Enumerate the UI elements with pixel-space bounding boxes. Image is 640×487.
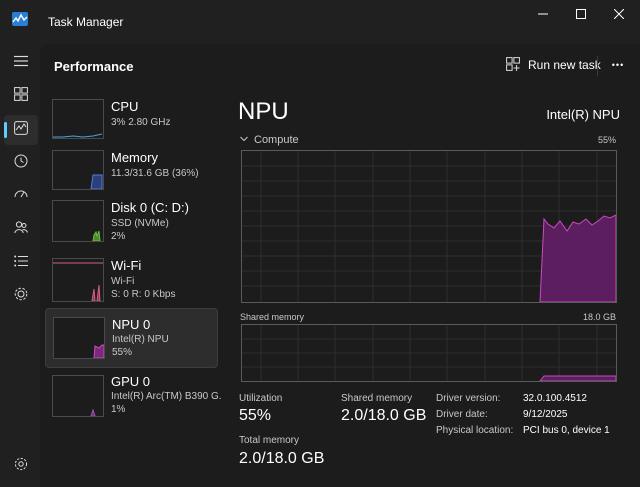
users-icon — [14, 220, 28, 239]
device-name: CPU — [111, 99, 139, 114]
shared-memory-graph-max: 18.0 GB — [582, 312, 616, 322]
hamburger-menu-button[interactable] — [4, 48, 38, 78]
run-task-label: Run new task — [528, 58, 601, 72]
active-nav-indicator — [4, 122, 7, 138]
driver-version-label: Driver version: — [436, 393, 501, 404]
services-icon — [14, 287, 28, 306]
utilization-value: 55% — [239, 407, 272, 424]
shared-memory-stat-value: 2.0/18.0 GB — [341, 407, 427, 424]
hamburger-icon — [14, 54, 28, 72]
device-line1: Intel(R) NPU — [112, 334, 169, 345]
performance-icon — [14, 120, 28, 140]
device-line1: 3% 2.80 GHz — [111, 117, 171, 128]
device-npu[interactable]: NPU 0 Intel(R) NPU 55% — [45, 308, 218, 368]
nav-processes[interactable] — [4, 81, 38, 111]
settings-icon — [14, 457, 28, 476]
device-disk[interactable]: Disk 0 (C: D:) SSD (NVMe) 2% — [45, 194, 216, 248]
shared-memory-graph — [241, 324, 617, 382]
maximize-icon — [576, 8, 586, 22]
device-name: GPU 0 — [111, 374, 151, 389]
device-line2: 2% — [111, 231, 126, 242]
device-wifi[interactable]: Wi-Fi Wi-Fi S: 0 R: 0 Kbps — [45, 253, 216, 305]
run-task-icon — [506, 56, 520, 74]
device-memory[interactable]: Memory 11.3/31.6 GB (36%) — [45, 144, 216, 194]
page-title: Performance — [54, 59, 134, 74]
run-new-task-button[interactable]: Run new task — [500, 52, 607, 78]
nav-performance[interactable] — [4, 115, 38, 145]
device-model: Intel(R) NPU — [546, 107, 620, 122]
device-line1: Wi-Fi — [111, 276, 135, 287]
chevron-down-icon[interactable] — [240, 134, 248, 144]
device-line2: 1% — [111, 404, 126, 415]
physical-location-value: PCI bus 0, device 1 — [523, 425, 610, 436]
shared-memory-stat-label: Shared memory — [341, 393, 413, 404]
close-button[interactable] — [596, 0, 640, 30]
device-line2: S: 0 R: 0 Kbps — [111, 289, 176, 300]
wifi-thumbnail-graph — [52, 258, 104, 302]
details-icon — [14, 254, 28, 272]
device-name: NPU 0 — [112, 317, 151, 332]
driver-date-value: 9/12/2025 — [523, 409, 568, 420]
physical-location-label: Physical location: — [436, 425, 514, 436]
more-options-icon: ••• — [611, 60, 625, 70]
compute-graph-value: 55% — [597, 135, 616, 145]
cpu-thumbnail-graph — [52, 99, 104, 139]
device-name: Wi-Fi — [111, 258, 142, 273]
device-gpu[interactable]: GPU 0 Intel(R) Arc(TM) B390 G. 1% — [45, 369, 222, 421]
utilization-label: Utilization — [239, 393, 283, 404]
more-options-button[interactable]: ••• — [605, 52, 631, 78]
device-cpu[interactable]: CPU 3% 2.80 GHz — [45, 93, 216, 143]
nav-details[interactable] — [4, 248, 38, 278]
driver-date-label: Driver date: — [436, 409, 488, 420]
device-title: NPU — [238, 98, 289, 125]
device-name: Memory — [111, 150, 158, 165]
nav-settings[interactable] — [4, 451, 38, 481]
compute-graph-selector[interactable]: Compute — [254, 134, 299, 146]
nav-startup-apps[interactable] — [4, 181, 38, 211]
gpu-thumbnail-graph — [52, 375, 104, 417]
toolbar-separator — [597, 56, 598, 76]
compute-utilization-graph — [241, 150, 617, 303]
shared-memory-graph-label: Shared memory — [240, 312, 305, 322]
device-line1: Intel(R) Arc(TM) B390 G. — [111, 391, 222, 402]
npu-thumbnail-graph — [53, 317, 105, 359]
close-icon — [613, 8, 625, 22]
total-memory-label: Total memory — [239, 435, 300, 446]
window-title: Task Manager — [48, 15, 124, 29]
device-line1: 11.3/31.6 GB (36%) — [111, 168, 199, 179]
nav-users[interactable] — [4, 214, 38, 244]
processes-icon — [14, 86, 28, 106]
app-history-icon — [14, 154, 28, 173]
memory-thumbnail-graph — [52, 150, 104, 190]
nav-app-history[interactable] — [4, 148, 38, 178]
startup-apps-icon — [14, 187, 28, 206]
total-memory-value: 2.0/18.0 GB — [239, 450, 325, 467]
driver-version-value: 32.0.100.4512 — [523, 393, 587, 404]
disk-thumbnail-graph — [52, 200, 104, 242]
device-name: Disk 0 (C: D:) — [111, 200, 189, 215]
device-line1: SSD (NVMe) — [111, 218, 169, 229]
device-line2: 55% — [112, 347, 133, 358]
minimize-icon — [538, 8, 548, 22]
task-manager-app-icon — [12, 12, 28, 26]
nav-services[interactable] — [4, 281, 38, 311]
